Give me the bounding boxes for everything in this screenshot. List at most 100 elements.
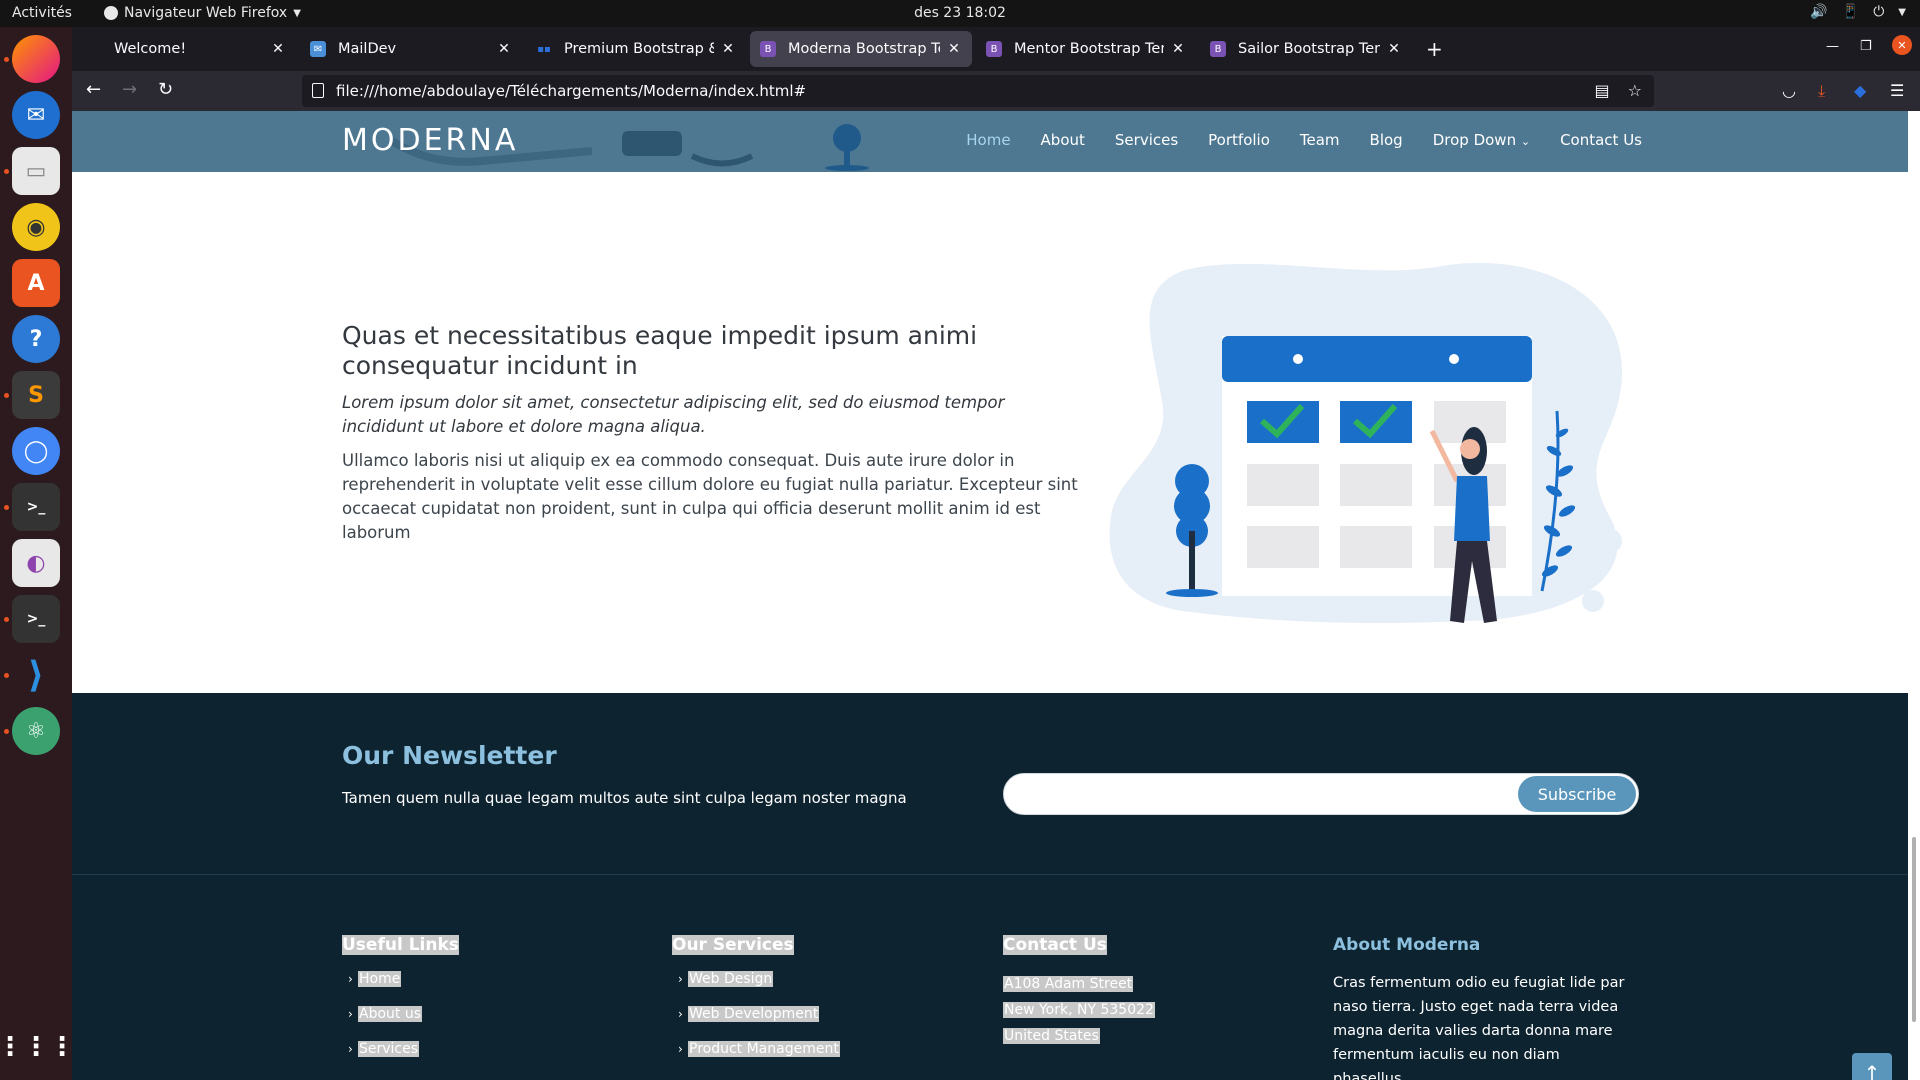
footer-link[interactable]: › About us (342, 1006, 459, 1022)
tab-welcome[interactable]: Welcome! ✕ (76, 31, 296, 67)
power-icon[interactable]: ⏻ (1873, 4, 1884, 20)
phone-icon[interactable]: 📱 (1842, 4, 1859, 20)
tab-mentor[interactable]: B Mentor Bootstrap Templ ✕ (976, 31, 1196, 67)
caret-down-icon: ▼ (293, 7, 301, 19)
tab-premium-bootstrap[interactable]: ▪▪ Premium Bootstrap & Ma ✕ (526, 31, 746, 67)
activities-button[interactable]: Activités (12, 5, 72, 21)
nav-portfolio[interactable]: Portfolio (1208, 131, 1270, 149)
scrollbar-thumb[interactable] (1912, 837, 1916, 1022)
nav-services[interactable]: Services (1115, 131, 1178, 149)
system-top-bar: Activités Navigateur Web Firefox ▼ des 2… (0, 0, 1920, 27)
footer-link[interactable]: › Web Development (672, 1006, 840, 1022)
new-tab-button[interactable]: + (1426, 37, 1443, 61)
sublime-text-icon[interactable]: S (12, 371, 60, 419)
menu-icon[interactable]: ☰ (1890, 81, 1904, 100)
minimize-button[interactable]: — (1826, 39, 1839, 54)
footer-link[interactable]: › Services (342, 1041, 459, 1057)
nav-about[interactable]: About (1041, 131, 1085, 149)
footer-heading: Our Services (672, 935, 794, 955)
url-text[interactable]: file:///home/abdoulaye/Téléchargements/M… (336, 82, 806, 100)
footer-link-label: Services (358, 1041, 420, 1057)
close-window-button[interactable]: ✕ (1892, 35, 1912, 55)
running-indicator (4, 57, 9, 62)
footer-link-label: Web Development (688, 1006, 820, 1022)
app-menu[interactable]: Navigateur Web Firefox ▼ (104, 5, 301, 21)
download-icon[interactable]: ⤓ (1818, 81, 1825, 101)
running-indicator (4, 393, 9, 398)
tab-moderna[interactable]: B Moderna Bootstrap Temp ✕ (750, 31, 972, 67)
caret-down-icon[interactable]: ▼ (1898, 4, 1906, 20)
calendar-illustration (1109, 262, 1622, 623)
tab-sailor[interactable]: B Sailor Bootstrap Templat ✕ (1200, 31, 1412, 67)
vscode-icon[interactable]: ⟩ (12, 651, 60, 699)
url-bar[interactable]: file:///home/abdoulaye/Téléchargements/M… (302, 75, 1654, 107)
decor-circle (1576, 567, 1588, 579)
atom-icon[interactable]: ⚛ (12, 707, 60, 755)
close-icon[interactable]: ✕ (1386, 41, 1402, 57)
chromium-icon[interactable]: ◯ (12, 427, 60, 475)
subscribe-button[interactable]: Subscribe (1518, 776, 1636, 812)
software-center-icon[interactable]: A (12, 259, 60, 307)
back-arrow-icon[interactable]: ← (86, 79, 101, 100)
about-text: Cras fermentum odio eu feugiat lide par … (1333, 975, 1625, 1080)
contact-address: A108 Adam Street New York, NY 535022 Uni… (1003, 971, 1155, 1049)
chevron-right-icon: › (678, 1042, 683, 1056)
tab-label: MailDev (338, 41, 397, 57)
volume-icon[interactable]: 🔊 (1810, 4, 1827, 20)
site-footer: Useful Links › Home › About us › Services O… (72, 875, 1908, 1080)
decor-circle (1598, 529, 1622, 553)
nav-home[interactable]: Home (966, 131, 1010, 149)
bootstrap-icon: B (1210, 41, 1226, 57)
app-menu-label: Navigateur Web Firefox (124, 5, 288, 21)
footer-useful-links: Useful Links › Home › About us › Services (342, 935, 459, 1076)
thunderbird-icon[interactable]: ✉ (12, 91, 60, 139)
site-header: MODERNA Home About Services Portfolio Te… (72, 111, 1908, 172)
bookmark-star-icon[interactable]: ☆ (1628, 81, 1642, 100)
files-icon[interactable]: ▭ (12, 147, 60, 195)
close-icon[interactable]: ✕ (496, 41, 512, 57)
calendar-header (1222, 336, 1532, 382)
help-icon[interactable]: ? (12, 315, 60, 363)
tab-maildev[interactable]: ✉ MailDev ✕ (300, 31, 522, 67)
show-apps-icon[interactable]: ⋮⋮⋮ (0, 1023, 75, 1071)
nav-blog[interactable]: Blog (1370, 131, 1403, 149)
forward-arrow-icon[interactable]: → (122, 79, 137, 100)
calendar-cell (1247, 464, 1319, 506)
reload-icon[interactable]: ↻ (158, 79, 173, 100)
footer-heading: Contact Us (1003, 935, 1107, 955)
chevron-right-icon: › (348, 972, 353, 986)
footer-link[interactable]: › Web Design (672, 971, 840, 987)
footer-link[interactable]: › Product Management (672, 1041, 840, 1057)
site-logo[interactable]: MODERNA (342, 123, 518, 158)
footer-heading: About Moderna (1333, 935, 1481, 955)
terminal-icon[interactable]: >_ (12, 595, 60, 643)
close-icon[interactable]: ✕ (946, 41, 962, 57)
decor-circle (1582, 590, 1604, 612)
address-line: A108 Adam Street (1003, 976, 1134, 992)
reader-view-icon[interactable]: ▤ (1595, 81, 1610, 100)
footer-link[interactable]: › Home (342, 971, 459, 987)
nav-dropdown[interactable]: Drop Down ⌄ (1433, 131, 1530, 149)
pocket-icon[interactable]: ◡ (1782, 81, 1796, 100)
tab-label: Moderna Bootstrap Temp (788, 41, 940, 57)
extension-icon[interactable]: ◆ (1854, 81, 1866, 100)
calendar-cell (1340, 526, 1412, 568)
calendar-ring (1293, 354, 1303, 364)
page-scrollbar[interactable] (1908, 111, 1920, 1080)
back-to-top-button[interactable]: ↑ (1852, 1053, 1892, 1080)
close-icon[interactable]: ✕ (1170, 41, 1186, 57)
newsletter-email-input[interactable] (1016, 780, 1496, 808)
close-icon[interactable]: ✕ (720, 41, 736, 57)
nav-team[interactable]: Team (1300, 131, 1340, 149)
close-icon[interactable]: ✕ (270, 41, 286, 57)
tweaks-icon[interactable]: ◐ (12, 539, 60, 587)
rhythmbox-icon[interactable]: ◉ (12, 203, 60, 251)
themes-icon: ▪▪ (537, 43, 551, 55)
nav-contact[interactable]: Contact Us (1560, 131, 1642, 149)
address-line: New York, NY 535022 (1003, 1002, 1155, 1018)
maximize-button[interactable]: ❐ (1860, 39, 1872, 54)
firefox-icon[interactable] (12, 35, 60, 83)
clock[interactable]: des 23 18:02 (914, 5, 1006, 21)
terminal-icon[interactable]: >_ (12, 483, 60, 531)
mail-icon: ✉ (310, 41, 326, 57)
